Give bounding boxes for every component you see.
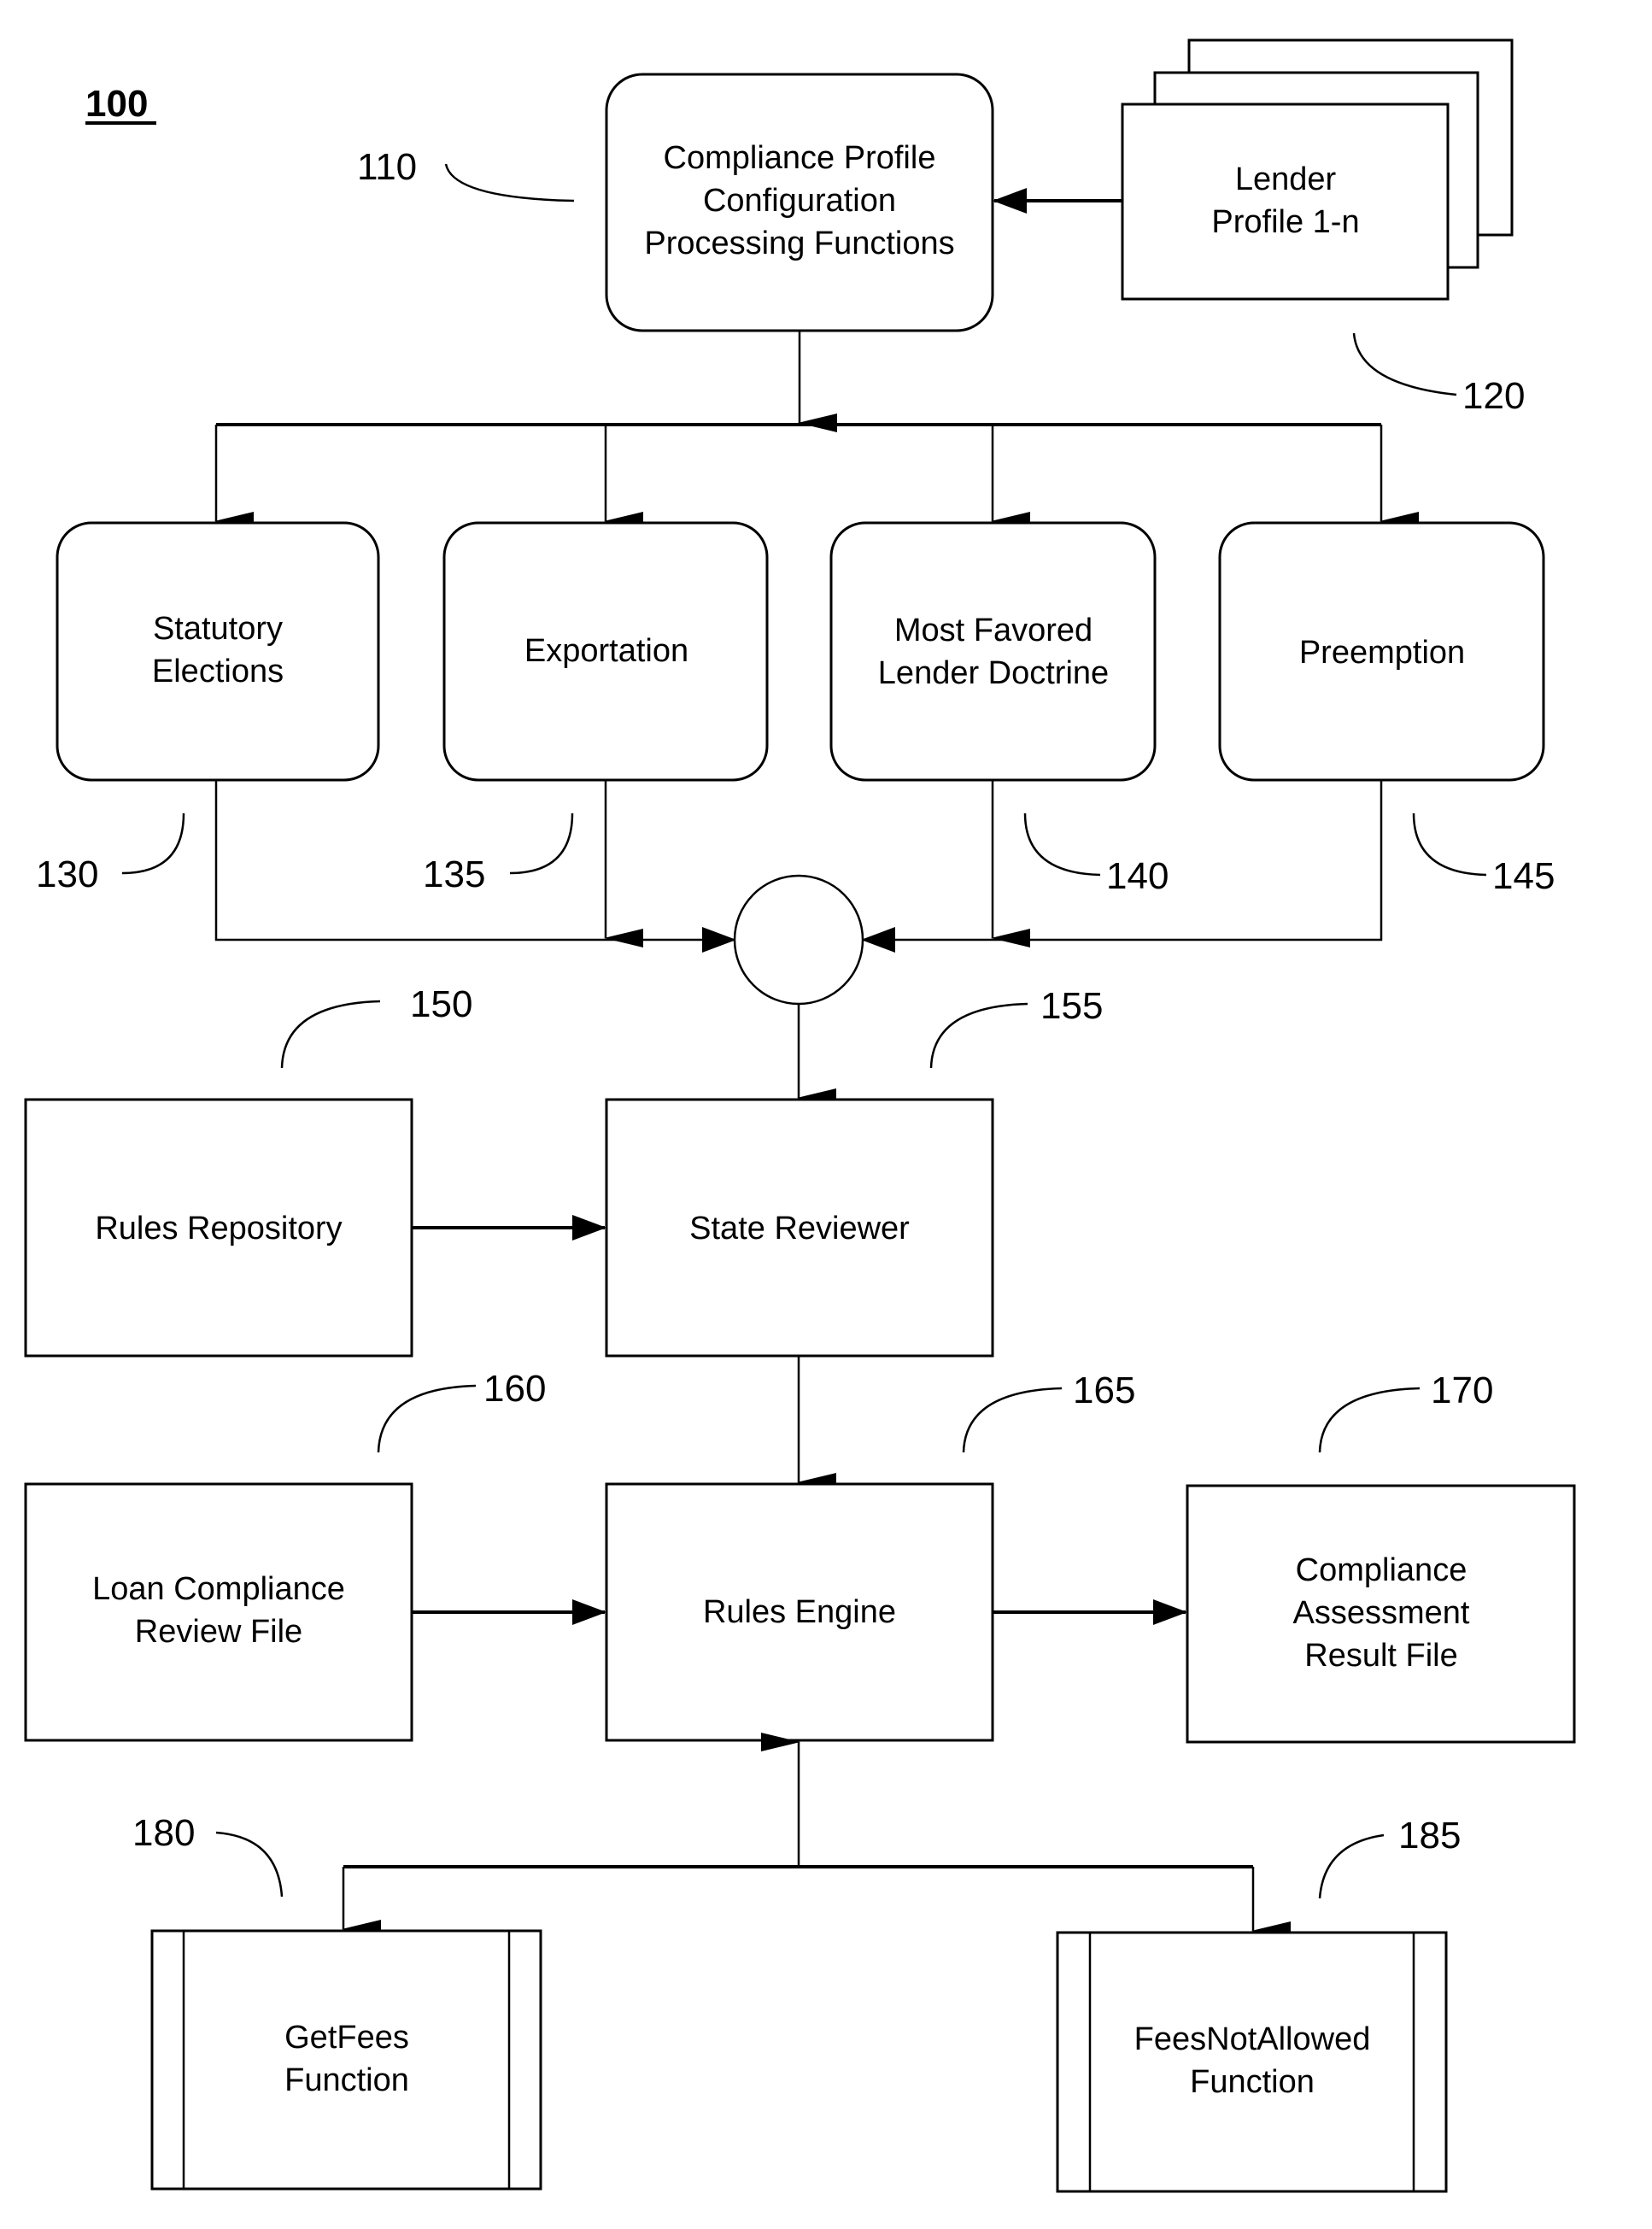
- fees-not-allowed-box: [1056, 1931, 1448, 2193]
- lender-profile-line-1: Lender: [1235, 161, 1337, 197]
- leader-120: [1352, 332, 1457, 396]
- junction-circle: [733, 874, 864, 1006]
- leader-140: [1023, 812, 1101, 877]
- leader-170: [1318, 1387, 1421, 1453]
- loan-compliance-node[interactable]: Loan Compliance Review File: [24, 1482, 413, 1742]
- compliance-profile-line-2: Configuration: [703, 183, 896, 219]
- ref-170: 170: [1431, 1370, 1493, 1411]
- lender-profile-line-2: Profile 1-n: [1211, 204, 1359, 240]
- statutory-elections-box: [56, 521, 380, 782]
- ref-135: 135: [423, 853, 485, 895]
- rules-engine-node[interactable]: Rules Engine: [605, 1482, 994, 1742]
- leader-130: [121, 812, 185, 875]
- leader-160: [377, 1384, 477, 1453]
- statutory-elections-node[interactable]: Statutory Elections: [56, 521, 380, 782]
- leader-135: [509, 812, 574, 875]
- ref-140: 140: [1106, 855, 1169, 897]
- rules-repository-node[interactable]: Rules Repository: [24, 1098, 413, 1358]
- state-reviewer-line-1: State Reviewer: [689, 1211, 910, 1246]
- leader-145: [1412, 812, 1487, 877]
- ref-120: 120: [1462, 375, 1525, 417]
- fees-not-allowed-line-1: FeesNotAllowed: [1134, 2021, 1371, 2057]
- ref-160: 160: [483, 1368, 546, 1410]
- lender-profile-stack[interactable]: Lender Profile 1-n: [1121, 38, 1514, 301]
- compliance-profile-node[interactable]: Compliance Profile Configuration Process…: [605, 73, 994, 332]
- leader-165: [962, 1387, 1063, 1453]
- preemption-node[interactable]: Preemption: [1218, 521, 1545, 782]
- ref-185: 185: [1398, 1815, 1461, 1857]
- loan-compliance-line-1: Loan Compliance: [92, 1571, 345, 1607]
- preemption-line-1: Preemption: [1299, 635, 1465, 671]
- figure-label: 100: [85, 83, 156, 125]
- get-fees-line-2: Function: [284, 2062, 409, 2098]
- ref-180: 180: [132, 1812, 195, 1854]
- loan-compliance-box: [24, 1482, 413, 1742]
- most-favored-line-2: Lender Doctrine: [878, 655, 1109, 691]
- statutory-elections-line-2: Elections: [152, 654, 284, 689]
- compliance-assessment-node[interactable]: Compliance Assessment Result File: [1186, 1484, 1576, 1744]
- loan-compliance-line-2: Review File: [135, 1614, 302, 1650]
- ref-165: 165: [1073, 1370, 1135, 1411]
- rules-repository-line-1: Rules Repository: [95, 1211, 342, 1246]
- get-fees-node[interactable]: GetFees Function: [150, 1929, 542, 2191]
- leader-185: [1318, 1833, 1385, 1899]
- compliance-assessment-line-1: Compliance: [1296, 1552, 1467, 1588]
- figure-number: 100: [85, 83, 148, 125]
- fees-not-allowed-line-2: Function: [1190, 2064, 1315, 2100]
- fees-not-allowed-node[interactable]: FeesNotAllowed Function: [1056, 1931, 1448, 2193]
- ref-155: 155: [1040, 985, 1103, 1027]
- exportation-line-1: Exportation: [524, 633, 688, 669]
- leader-155: [929, 1002, 1028, 1069]
- get-fees-line-1: GetFees: [284, 2020, 409, 2056]
- exportation-node[interactable]: Exportation: [442, 521, 769, 782]
- state-reviewer-node[interactable]: State Reviewer: [605, 1098, 994, 1358]
- leader-150: [280, 1000, 381, 1069]
- compliance-profile-line-1: Compliance Profile: [664, 140, 936, 176]
- leader-180: [215, 1831, 284, 1898]
- leader-110: [444, 163, 575, 202]
- ref-150: 150: [410, 983, 472, 1025]
- most-favored-box: [829, 521, 1157, 782]
- statutory-elections-line-1: Statutory: [153, 611, 283, 647]
- lender-profile-page-front: [1121, 103, 1450, 301]
- ref-110: 110: [357, 146, 417, 188]
- ref-145: 145: [1492, 855, 1555, 897]
- ref-130: 130: [36, 853, 98, 895]
- rules-engine-line-1: Rules Engine: [703, 1594, 896, 1630]
- most-favored-node[interactable]: Most Favored Lender Doctrine: [829, 521, 1157, 782]
- compliance-profile-line-3: Processing Functions: [644, 226, 954, 261]
- compliance-assessment-line-2: Assessment: [1293, 1595, 1470, 1631]
- most-favored-line-1: Most Favored: [894, 613, 1093, 648]
- compliance-assessment-line-3: Result File: [1304, 1638, 1458, 1674]
- flow-diagram: 100 Lender Profile 1-n Compliance Profil…: [24, 38, 1576, 2193]
- get-fees-box: [150, 1929, 542, 2191]
